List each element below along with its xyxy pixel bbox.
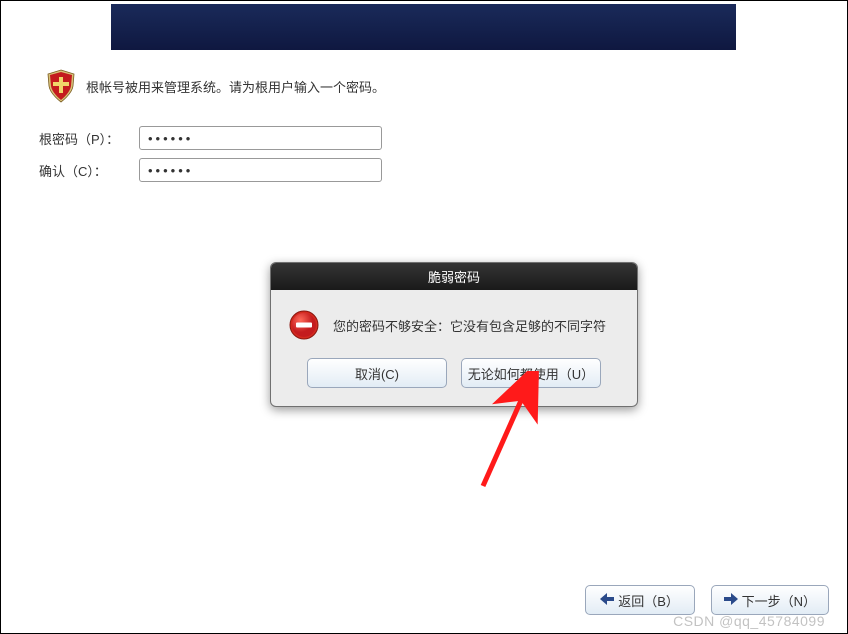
dialog-buttons: 取消(C) 无论如何都使用（U） xyxy=(271,354,637,406)
shield-icon xyxy=(46,69,76,103)
cancel-button[interactable]: 取消(C) xyxy=(307,358,447,388)
confirm-row: 确认（C）： xyxy=(39,158,382,182)
arrow-right-icon xyxy=(724,593,738,608)
back-button-label: 返回（B） xyxy=(618,591,679,610)
dialog-message: 您的密码不够安全：它没有包含足够的不同字符 xyxy=(333,316,606,335)
confirm-input[interactable] xyxy=(139,158,382,182)
watermark-text: CSDN @qq_45784099 xyxy=(673,613,825,629)
next-button-label: 下一步（N） xyxy=(742,591,816,610)
root-password-input[interactable] xyxy=(139,126,382,150)
root-password-row: 根密码（P）： xyxy=(39,126,382,150)
intro-text: 根帐号被用来管理系统。请为根用户输入一个密码。 xyxy=(86,77,385,96)
arrow-left-icon xyxy=(600,593,614,608)
error-icon xyxy=(289,310,319,340)
confirm-label: 确认（C）： xyxy=(39,161,139,180)
use-anyway-button[interactable]: 无论如何都使用（U） xyxy=(461,358,601,388)
back-button[interactable]: 返回（B） xyxy=(585,585,695,615)
dialog-body: 您的密码不够安全：它没有包含足够的不同字符 xyxy=(271,290,637,354)
next-button[interactable]: 下一步（N） xyxy=(711,585,829,615)
weak-password-dialog: 脆弱密码 您的密码不够安全：它没有包含足够的不同字符 取消( xyxy=(270,262,638,407)
root-password-label: 根密码（P）： xyxy=(39,129,139,148)
footer-nav: 返回（B） 下一步（N） xyxy=(585,585,829,615)
dialog-title: 脆弱密码 xyxy=(271,263,637,290)
intro-row: 根帐号被用来管理系统。请为根用户输入一个密码。 xyxy=(46,69,385,103)
header-banner xyxy=(111,4,736,50)
